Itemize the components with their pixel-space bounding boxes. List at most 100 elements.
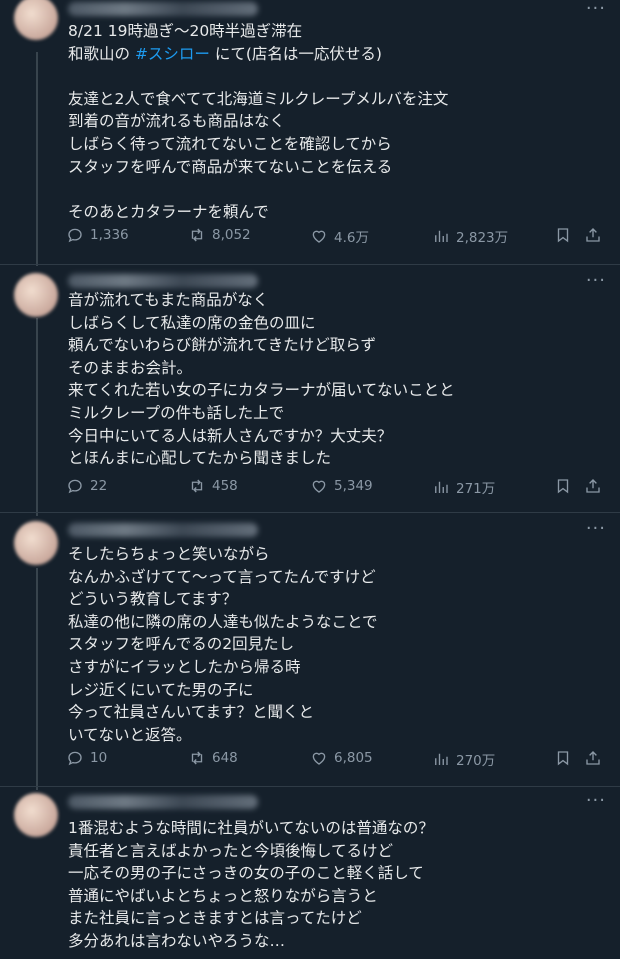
bookmark-button[interactable] — [554, 477, 572, 495]
tweet-text: 音が流れてもまた商品がなく しばらくして私達の席の金色の皿に 頼んでないわらび餅… — [68, 289, 606, 470]
reply-count: 1,336 — [90, 227, 129, 243]
bookmark-button[interactable] — [554, 226, 572, 244]
reply-button[interactable]: 1,336 — [66, 226, 129, 244]
reply-button[interactable]: 22 — [66, 477, 107, 495]
user-name-blurred[interactable] — [68, 523, 258, 537]
tweet-text: そしたらちょっと笑いながら なんかふざけてて〜って言ってたんですけど どういう教… — [68, 543, 606, 746]
tweet-actions: 1,336 8,052 4.6万 2,823万 — [66, 226, 606, 248]
tweet-2[interactable]: ··· 音が流れてもまた商品がなく しばらくして私達の席の金色の皿に 頼んでない… — [0, 265, 620, 513]
tweet-text: 1番混むような時間に社員がいてないのは普通なの？ 責任者と言えばよかったと今頃後… — [68, 817, 606, 953]
more-options-icon[interactable]: ··· — [586, 518, 606, 539]
like-count: 4.6万 — [334, 230, 369, 246]
retweet-icon — [191, 479, 203, 493]
views-button[interactable]: 270万 — [432, 749, 495, 769]
tweet-line: 私達の他に隣の席の人達も似たようなことで — [68, 612, 378, 631]
more-options-icon[interactable]: ··· — [586, 0, 606, 19]
view-count: 271万 — [456, 481, 496, 497]
like-button[interactable]: 6,805 — [310, 749, 373, 767]
tweet-line: レジ近くにいてた男の子に — [68, 680, 254, 699]
heart-icon — [312, 480, 326, 493]
tweet-line: 一応その男の子にさっきの女の子のこと軽く話して — [68, 864, 424, 883]
bookmark-icon — [557, 228, 569, 243]
avatar[interactable] — [14, 273, 58, 317]
view-count: 270万 — [456, 753, 496, 769]
tweet-3[interactable]: ··· そしたらちょっと笑いながら なんかふざけてて〜って言ってたんですけど ど… — [0, 513, 620, 787]
share-icon — [586, 751, 600, 765]
text-fragment: にて(店名は一応伏せる) — [209, 44, 382, 63]
tweet-line: スタッフを呼んで商品が来てないことを伝える — [68, 157, 393, 176]
tweet-line: 多分あれは言わないやろうな… — [68, 931, 286, 950]
reply-button[interactable]: 10 — [66, 749, 107, 767]
tweet-line: そしたらちょっと笑いながら — [68, 545, 270, 563]
views-button[interactable]: 2,823万 — [432, 226, 508, 246]
bookmark-icon — [557, 479, 569, 494]
tweet-line: そのままお会計。 — [68, 358, 193, 377]
reply-icon — [68, 751, 82, 766]
avatar[interactable] — [14, 521, 58, 565]
views-button[interactable]: 271万 — [432, 477, 495, 497]
tweet-line: 今って社員さんいてます？と聞くと — [68, 703, 314, 722]
share-button[interactable] — [584, 226, 602, 244]
tweet-line — [68, 65, 606, 88]
reply-count: 10 — [90, 750, 108, 766]
retweet-count: 648 — [212, 750, 238, 766]
user-name-blurred[interactable] — [68, 2, 258, 16]
user-name-blurred[interactable] — [68, 274, 258, 288]
tweet-line: 8/21 19時過ぎ〜20時半過ぎ滞在 — [68, 22, 303, 40]
view-count: 2,823万 — [456, 230, 509, 246]
tweet-line: そのあとカタラーナを頼んで — [68, 202, 269, 221]
text-fragment: 和歌山の — [68, 44, 135, 63]
analytics-icon — [435, 481, 448, 493]
avatar[interactable] — [14, 793, 58, 837]
like-button[interactable]: 4.6万 — [310, 226, 369, 246]
retweet-button[interactable]: 8,052 — [188, 226, 251, 244]
hashtag-link[interactable]: #スシロー — [135, 45, 210, 63]
tweet-actions: 22 458 5,349 271万 — [66, 477, 606, 499]
tweet-line: ミルクレープの件も話した上で — [68, 403, 285, 422]
tweet-line: さすがにイラッとしたから帰る時 — [68, 657, 301, 676]
more-options-icon[interactable]: ··· — [586, 790, 606, 811]
tweet-line — [68, 178, 606, 201]
tweet-line: 今日中にいてる人は新人さんですか？大丈夫？ — [68, 426, 393, 445]
retweet-button[interactable]: 648 — [188, 749, 238, 767]
tweet-line: なんかふざけてて〜って言ってたんですけど — [68, 567, 376, 586]
tweet-line: しばらく待って流れてないことを確認してから — [68, 134, 392, 153]
tweet-4[interactable]: ··· 1番混むような時間に社員がいてないのは普通なの？ 責任者と言えばよかった… — [0, 787, 620, 959]
share-icon — [586, 479, 600, 493]
like-button[interactable]: 5,349 — [310, 477, 373, 495]
heart-icon — [312, 230, 326, 243]
tweet-line: また社員に言っときますとは言ってたけど — [68, 909, 362, 928]
avatar[interactable] — [14, 0, 58, 40]
more-options-icon[interactable]: ··· — [586, 270, 606, 291]
retweet-button[interactable]: 458 — [188, 477, 238, 495]
tweet-1[interactable]: ··· 8/21 19時過ぎ〜20時半過ぎ滞在 和歌山の #スシロー にて(店名… — [0, 0, 620, 264]
retweet-icon — [191, 751, 203, 765]
share-button[interactable] — [584, 477, 602, 495]
tweet-line: とほんまに心配してたから聞きました — [68, 449, 332, 468]
reply-icon — [68, 479, 82, 494]
reply-icon — [68, 228, 82, 243]
share-icon — [586, 228, 600, 242]
retweet-icon — [191, 228, 203, 242]
analytics-icon — [435, 230, 448, 242]
tweet-line: 音が流れてもまた商品がなく — [68, 291, 269, 309]
bookmark-button[interactable] — [554, 749, 572, 767]
tweet-text: 8/21 19時過ぎ〜20時半過ぎ滞在 和歌山の #スシロー にて(店名は一応伏… — [68, 20, 606, 223]
user-name-blurred[interactable] — [68, 795, 258, 809]
tweet-line: 和歌山の #スシロー にて(店名は一応伏せる) — [68, 43, 606, 66]
tweet-line: しばらくして私達の席の金色の皿に — [68, 313, 316, 332]
retweet-count: 8,052 — [212, 227, 251, 243]
tweet-line: 友達と2人で食べてて北海道ミルクレープメルバを注文 — [68, 89, 449, 108]
tweet-line: 頼んでないわらび餅が流れてきたけど取らず — [68, 336, 376, 355]
tweet-line: 1番混むような時間に社員がいてないのは普通なの？ — [68, 819, 434, 837]
analytics-icon — [435, 753, 448, 765]
tweet-line: 来てくれた若い女の子にカタラーナが届いてないことと — [68, 381, 455, 400]
reply-count: 22 — [90, 478, 108, 494]
tweet-line: スタッフを呼んでるの2回見たし — [68, 635, 295, 654]
tweet-line: 普通にやばいよとちょっと怒りながら言うと — [68, 886, 378, 905]
heart-icon — [312, 752, 326, 765]
tweet-line: どういう教育してます？ — [68, 590, 238, 609]
like-count: 5,349 — [334, 478, 373, 494]
share-button[interactable] — [584, 749, 602, 767]
tweet-line: 責任者と言えばよかったと今頃後悔してるけど — [68, 841, 394, 860]
